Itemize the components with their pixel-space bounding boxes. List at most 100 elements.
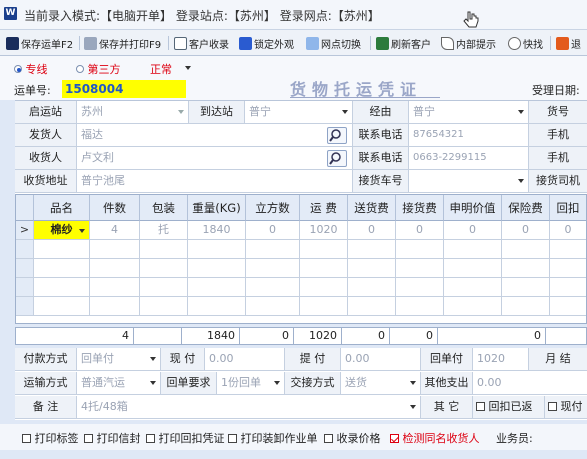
empty-cell[interactable] [444, 278, 502, 297]
table-cell[interactable]: 0 [348, 221, 396, 240]
receiver-phone-input[interactable]: 0663-2299115 [409, 147, 529, 170]
print-label-checkbox[interactable]: 打印标签 [22, 430, 79, 446]
empty-cell[interactable] [550, 240, 586, 259]
empty-cell[interactable] [300, 297, 348, 316]
empty-cell[interactable] [34, 278, 90, 297]
status-select[interactable]: 正常 [150, 61, 191, 77]
col-header[interactable]: 件数 [90, 195, 140, 221]
print-rebate-checkbox[interactable]: 打印回扣凭证 [146, 430, 225, 446]
check-receiver-checkbox[interactable]: 检测同名收货人 [390, 430, 480, 446]
empty-cell[interactable] [90, 278, 140, 297]
lock-layout-button[interactable]: 锁定外观 [239, 35, 294, 51]
empty-cell[interactable] [348, 240, 396, 259]
empty-cell[interactable] [188, 297, 246, 316]
table-cell[interactable]: 0 [502, 221, 550, 240]
empty-cell[interactable] [502, 259, 550, 278]
empty-cell[interactable] [550, 297, 586, 316]
empty-cell[interactable] [502, 240, 550, 259]
empty-cell[interactable] [300, 278, 348, 297]
transport-select[interactable]: 普通汽运 [77, 372, 161, 395]
address-input[interactable]: 普宁池尾 [77, 170, 353, 193]
empty-cell[interactable] [396, 240, 444, 259]
table-cell[interactable]: 0 [444, 221, 502, 240]
save-print-button[interactable]: 保存并打印F9 [84, 35, 161, 51]
record-price-checkbox[interactable]: 收录价格 [324, 430, 381, 446]
empty-cell[interactable] [140, 240, 188, 259]
pickup-pay-input[interactable]: 0.00 [341, 348, 421, 371]
save-bill-button[interactable]: 保存运单F2 [6, 35, 73, 51]
empty-cell[interactable] [300, 259, 348, 278]
empty-cell[interactable] [90, 240, 140, 259]
empty-cell[interactable] [140, 259, 188, 278]
table-cell[interactable]: 0 [396, 221, 444, 240]
remark-input[interactable]: 4托/48箱 [77, 396, 421, 419]
empty-cell[interactable] [34, 240, 90, 259]
col-header[interactable]: 品名 [34, 195, 90, 221]
empty-cell[interactable] [188, 278, 246, 297]
radio-dedicated-line[interactable]: 专线 [14, 61, 48, 77]
sender-input[interactable]: 福达 [77, 124, 353, 147]
switch-site-button[interactable]: 网点切换 [306, 35, 361, 51]
print-envelope-checkbox[interactable]: 打印信封 [84, 430, 141, 446]
return-pay-input[interactable]: 1020 [473, 348, 529, 371]
empty-cell[interactable] [550, 259, 586, 278]
empty-cell[interactable] [246, 297, 300, 316]
empty-cell[interactable] [348, 297, 396, 316]
empty-cell[interactable] [444, 297, 502, 316]
col-header[interactable]: 重量(KG) [188, 195, 246, 221]
empty-cell[interactable] [34, 297, 90, 316]
col-header[interactable]: 回扣 [550, 195, 586, 221]
customer-edit-button[interactable]: 客户收录 [174, 35, 229, 51]
return-done-checkbox[interactable]: 回扣已返 [473, 396, 545, 419]
empty-cell[interactable] [396, 259, 444, 278]
print-loading-checkbox[interactable]: 打印装卸作业单 [228, 430, 318, 446]
table-cell[interactable]: 1020 [300, 221, 348, 240]
empty-cell[interactable] [140, 297, 188, 316]
via-select[interactable]: 普宁 [409, 101, 529, 124]
col-header[interactable]: 立方数 [246, 195, 300, 221]
sender-phone-input[interactable]: 87654321 [409, 124, 529, 147]
empty-cell[interactable] [188, 240, 246, 259]
pay-method-select[interactable]: 回单付 [77, 348, 161, 371]
table-cell[interactable]: 0 [246, 221, 300, 240]
col-header[interactable]: 接货费 [396, 195, 444, 221]
empty-cell[interactable] [502, 297, 550, 316]
return-req-select[interactable]: 1份回单 [217, 372, 285, 395]
other-expense-input[interactable]: 0.00 [473, 372, 587, 395]
empty-cell[interactable] [246, 278, 300, 297]
internal-tip-button[interactable]: 内部提示 [441, 35, 496, 51]
empty-cell[interactable] [246, 259, 300, 278]
table-cell[interactable]: 1840 [188, 221, 246, 240]
table-cell[interactable]: 托 [140, 221, 188, 240]
empty-cell[interactable] [90, 297, 140, 316]
goods-name-cell[interactable]: 棉纱 [34, 221, 90, 240]
handover-select[interactable]: 送货 [341, 372, 421, 395]
empty-cell[interactable] [348, 278, 396, 297]
exit-button[interactable]: 退 [556, 35, 581, 51]
empty-cell[interactable] [300, 240, 348, 259]
col-header[interactable]: 送货费 [348, 195, 396, 221]
empty-cell[interactable] [396, 278, 444, 297]
col-header[interactable]: 包装 [140, 195, 188, 221]
empty-cell[interactable] [140, 278, 188, 297]
quick-find-button[interactable]: 快找 [508, 35, 543, 51]
col-header[interactable]: 保险费 [502, 195, 550, 221]
empty-cell[interactable] [444, 240, 502, 259]
empty-cell[interactable] [34, 259, 90, 278]
refresh-customer-button[interactable]: 刷新客户 [376, 35, 431, 51]
empty-cell[interactable] [550, 278, 586, 297]
empty-cell[interactable] [502, 278, 550, 297]
empty-cell[interactable] [246, 240, 300, 259]
empty-cell[interactable] [348, 259, 396, 278]
col-header[interactable]: 申明价值 [444, 195, 502, 221]
empty-cell[interactable] [90, 259, 140, 278]
empty-cell[interactable] [396, 297, 444, 316]
search-receiver-button[interactable] [327, 150, 347, 167]
table-cell[interactable]: 0 [550, 221, 586, 240]
cashpay-checkbox[interactable]: 现付 [545, 396, 587, 419]
receiver-input[interactable]: 卢文利 [77, 147, 353, 170]
vehicle-select[interactable] [409, 170, 529, 193]
col-header[interactable]: 运 费 [300, 195, 348, 221]
dest-select[interactable]: 普宁 [245, 101, 353, 124]
origin-select[interactable]: 苏州 [77, 101, 189, 124]
